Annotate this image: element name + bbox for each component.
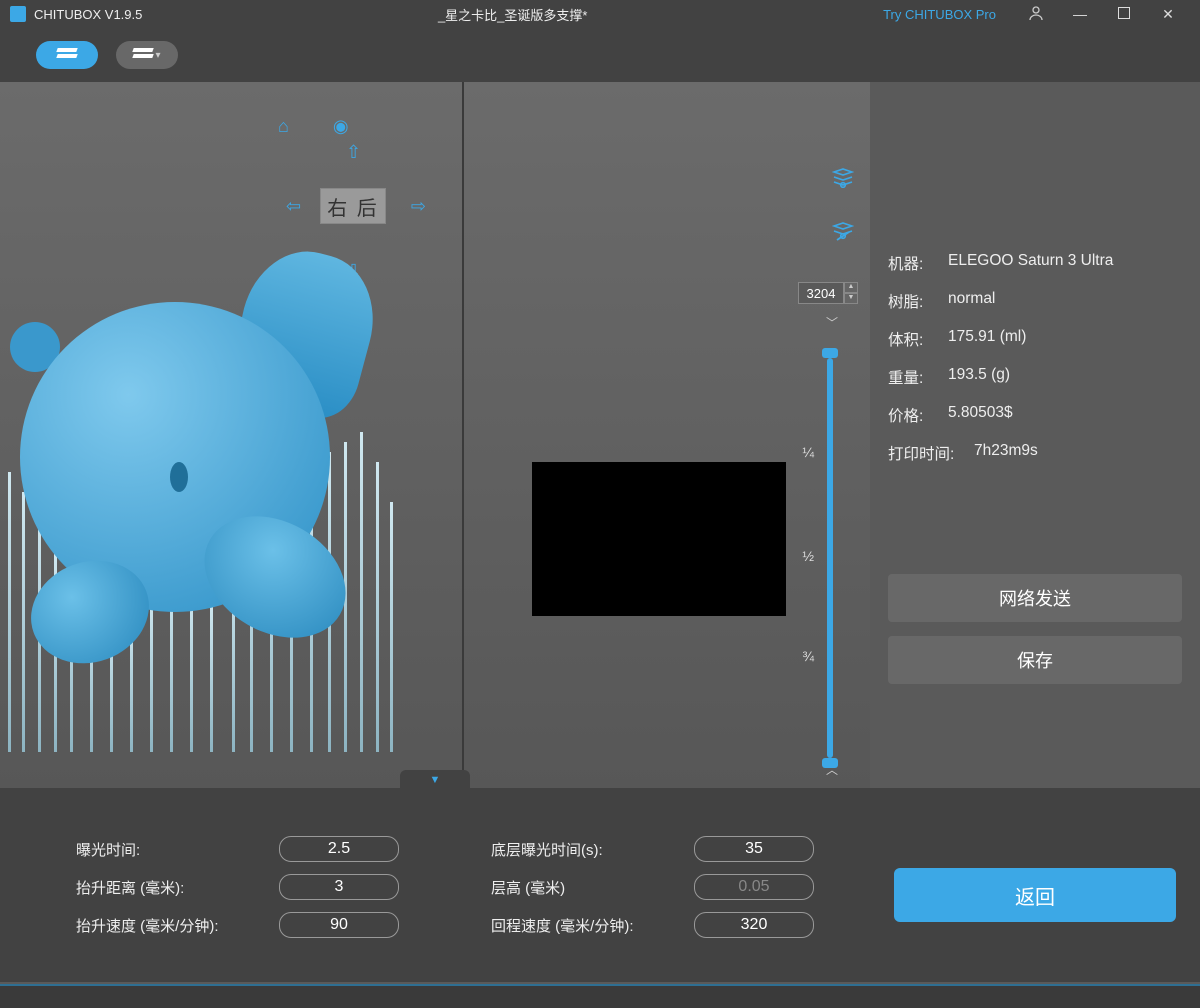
tick-half: ½ xyxy=(802,548,814,564)
layer-height-label: 层高 (毫米) xyxy=(491,877,678,898)
maximize-icon[interactable] xyxy=(1102,6,1146,22)
bottom-exposure-label: 底层曝光时间(s): xyxy=(491,839,678,860)
layer-count-input[interactable] xyxy=(798,282,844,304)
retract-speed-input[interactable] xyxy=(694,912,814,938)
info-panel: 机器:ELEGOO Saturn 3 Ultra 树脂:normal 体积:17… xyxy=(870,82,1200,788)
lift-dist-input[interactable] xyxy=(279,874,399,900)
params-panel: 曝光时间: 底层曝光时间(s): 抬升距离 (毫米): 层高 (毫米) 抬升速度… xyxy=(0,788,1200,982)
price-label: 价格: xyxy=(888,404,948,426)
app-title: CHITUBOX V1.9.5 xyxy=(34,7,142,22)
layer-view-icon[interactable] xyxy=(832,168,854,194)
model-preview xyxy=(0,202,400,742)
layer-height-input xyxy=(694,874,814,900)
layer-dec-icon[interactable]: ▼ xyxy=(844,293,858,304)
bottom-exposure-input[interactable] xyxy=(694,836,814,862)
weight-value: 193.5 (g) xyxy=(948,366,1182,388)
layer-hide-icon[interactable] xyxy=(832,222,854,248)
minimize-icon[interactable]: — xyxy=(1058,6,1102,22)
network-send-button[interactable]: 网络发送 xyxy=(888,574,1182,622)
document-title: _星之卡比_圣诞版多支撑* xyxy=(142,5,883,24)
lift-speed-input[interactable] xyxy=(279,912,399,938)
time-label: 打印时间: xyxy=(888,442,974,464)
time-value: 7h23m9s xyxy=(974,442,1182,464)
slider-ticks: ¼ ½ ¾ xyxy=(794,348,814,768)
exposure-label: 曝光时间: xyxy=(76,839,263,860)
volume-label: 体积: xyxy=(888,328,948,350)
view-eye-icon[interactable]: ◉ xyxy=(333,116,349,137)
layer-preview xyxy=(532,462,786,616)
volume-value: 175.91 (ml) xyxy=(948,328,1182,350)
tick-quarter: ¼ xyxy=(802,444,814,460)
panel-toggle[interactable]: ▼ xyxy=(400,770,470,788)
machine-value: ELEGOO Saturn 3 Ultra xyxy=(948,252,1182,274)
app-logo-icon xyxy=(10,6,26,22)
chevron-down-icon[interactable]: ﹀ xyxy=(826,314,838,331)
tick-three-quarter: ¾ xyxy=(802,648,814,664)
chevron-up-icon[interactable]: ︿ xyxy=(826,761,838,778)
support-mode-button[interactable]: ▾ xyxy=(116,41,178,69)
retract-speed-label: 回程速度 (毫米/分钟): xyxy=(491,915,678,936)
viewport-divider xyxy=(462,82,464,788)
viewport-3d[interactable]: ⌂ ◉ ⇧ ⇩ ⇦ ⇨ 右 后 xyxy=(0,82,870,788)
user-icon[interactable] xyxy=(1014,5,1058,24)
triangle-down-icon: ▼ xyxy=(430,774,441,786)
try-pro-link[interactable]: Try CHITUBOX Pro xyxy=(883,7,996,22)
resin-value: normal xyxy=(948,290,1182,312)
titlebar: CHITUBOX V1.9.5 _星之卡比_圣诞版多支撑* Try CHITUB… xyxy=(0,0,1200,28)
save-button[interactable]: 保存 xyxy=(888,636,1182,684)
resin-label: 树脂: xyxy=(888,290,948,312)
exposure-input[interactable] xyxy=(279,836,399,862)
lift-speed-label: 抬升速度 (毫米/分钟): xyxy=(76,915,263,936)
slice-mode-button[interactable] xyxy=(36,41,98,69)
view-right-icon[interactable]: ⇨ xyxy=(411,196,426,217)
machine-label: 机器: xyxy=(888,252,948,274)
home-icon[interactable]: ⌂ xyxy=(278,116,289,137)
layer-inc-icon[interactable]: ▲ xyxy=(844,282,858,293)
layer-slider[interactable] xyxy=(820,348,840,768)
view-up-icon[interactable]: ⇧ xyxy=(346,142,361,163)
lift-dist-label: 抬升距离 (毫米): xyxy=(76,877,263,898)
status-bar xyxy=(0,984,1200,1008)
weight-label: 重量: xyxy=(888,366,948,388)
price-value: 5.80503$ xyxy=(948,404,1182,426)
close-icon[interactable]: ✕ xyxy=(1146,6,1190,23)
return-button[interactable]: 返回 xyxy=(894,868,1176,922)
toolbar: ▾ xyxy=(0,28,1200,82)
